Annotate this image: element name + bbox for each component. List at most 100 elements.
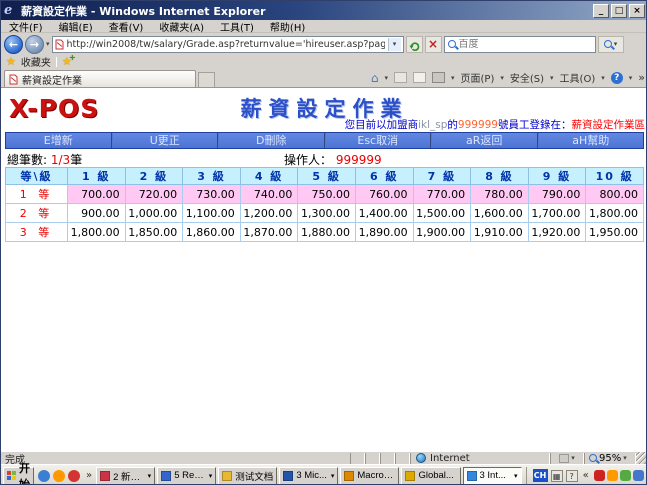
address-bar[interactable]: http://win2008/tw/salary/Grade.asp?retur… (52, 36, 404, 53)
action-toolbar: E增新U更正D刪除Esc取消aR返回aH幫助 (5, 132, 644, 149)
menu-item-0[interactable]: 文件(F) (1, 19, 51, 34)
read-mail-icon[interactable] (413, 72, 426, 83)
close-button[interactable]: × (629, 4, 645, 18)
keyboard-icon[interactable]: ▦ (551, 470, 563, 482)
notes-tray-icon[interactable] (620, 470, 631, 481)
resize-grip[interactable] (636, 452, 647, 464)
home-chevron-icon[interactable]: ▾ (384, 74, 388, 82)
favorites-label[interactable]: 收藏夹 (21, 54, 51, 69)
taskbar-button-label: 3 Mic... (296, 470, 327, 481)
downloader-tray-icon[interactable] (607, 470, 618, 481)
tools-menu[interactable]: 工具(O) (560, 70, 596, 85)
taskbar-button-2[interactable]: 测试文档 (218, 467, 277, 485)
new-tab-stub[interactable] (198, 72, 215, 87)
salary-cell: 1,300.00 (298, 204, 356, 223)
chevron-down-icon: ▾ (331, 472, 335, 480)
taskbar-button-6[interactable]: 3 Int...▾ (463, 467, 522, 485)
safety-menu[interactable]: 安全(S) (510, 70, 544, 85)
language-indicator[interactable]: CH (533, 469, 548, 482)
taskbar-button-3[interactable]: 3 Mic... ▾ (279, 467, 338, 485)
recent-pages-chevron-icon[interactable]: ▾ (46, 40, 50, 48)
help-chevron-icon[interactable]: ▾ (629, 74, 633, 82)
more-commands-chevron-icon[interactable]: » (638, 71, 645, 84)
tab-salary-setting[interactable]: 薪資設定作業 (4, 70, 196, 87)
salary-cell: 1,100.00 (183, 204, 241, 223)
table-row[interactable]: 2 等900.001,000.001,100.001,200.001,300.0… (6, 204, 644, 223)
taskbar-button-1[interactable]: 5 Rem...▾ (157, 467, 216, 485)
salary-cell: 790.00 (528, 185, 586, 204)
stop-button[interactable]: × (425, 36, 442, 53)
menu-item-5[interactable]: 帮助(H) (262, 19, 313, 34)
protected-mode-pane[interactable]: ▾ (550, 453, 584, 464)
forward-button[interactable]: → (25, 35, 44, 54)
search-box[interactable] (444, 36, 596, 53)
tray-icons (594, 470, 644, 481)
protected-mode-chevron-icon[interactable]: ▾ (571, 454, 575, 462)
status-bar: 完成 Internet ▾ 95% ▾ (1, 451, 647, 464)
search-input[interactable] (459, 39, 592, 50)
taskbar-button-5[interactable]: Global... (401, 467, 460, 485)
qq-tray-icon[interactable] (594, 470, 605, 481)
salary-cell: 1,850.00 (125, 223, 183, 242)
url-dropdown-icon[interactable]: ▾ (388, 38, 401, 51)
action-button-4[interactable]: aR返回 (430, 133, 537, 148)
taskbar-button-label: Global... (418, 470, 453, 481)
taskbar-button-0[interactable]: 2 新浪UC▾ (96, 467, 155, 485)
tab-page-icon (9, 74, 18, 85)
action-button-5[interactable]: aH幫助 (537, 133, 644, 148)
quick-launch-chevron-icon[interactable]: » (84, 470, 94, 481)
print-icon[interactable] (432, 72, 445, 83)
refresh-button[interactable] (406, 36, 423, 53)
zoom-chevron-icon[interactable]: ▾ (623, 454, 627, 462)
tools-chevron-icon[interactable]: ▾ (601, 74, 605, 82)
search-options-chevron-icon[interactable]: ▾ (614, 40, 618, 48)
home-icon[interactable]: ⌂ (371, 71, 379, 85)
feeds-icon[interactable] (394, 72, 407, 83)
menu-item-2[interactable]: 查看(V) (101, 19, 152, 34)
ie-quicklaunch-icon[interactable] (38, 470, 50, 482)
table-row[interactable]: 1 等700.00720.00730.00740.00750.00760.007… (6, 185, 644, 204)
minimize-button[interactable]: _ (593, 4, 609, 18)
taskbar-button-label: 5 Rem... (174, 470, 206, 481)
taskbar-button-4[interactable]: Macrom... (340, 467, 399, 485)
help-icon[interactable]: ? (611, 72, 623, 84)
menu-bar: 文件(F)编辑(E)查看(V)收藏夹(A)工具(T)帮助(H) (1, 20, 647, 33)
total-records-value: 1/3 (51, 153, 70, 167)
action-button-3[interactable]: Esc取消 (324, 133, 431, 148)
title-bar[interactable]: e 薪資設定作業 - Windows Internet Explorer _ □… (1, 1, 647, 20)
url-text[interactable]: http://win2008/tw/salary/Grade.asp?retur… (67, 39, 385, 50)
uc-quicklaunch-icon[interactable] (53, 470, 65, 482)
qq-quicklaunch-icon[interactable] (68, 470, 80, 482)
zoom-control[interactable]: 95% ▾ (584, 453, 636, 464)
status-pane (395, 453, 410, 464)
table-row[interactable]: 3 等1,800.001,850.001,860.001,870.001,880… (6, 223, 644, 242)
menu-item-3[interactable]: 收藏夹(A) (151, 19, 212, 34)
quick-launch (36, 470, 82, 482)
favorites-star-icon[interactable]: ★ (6, 55, 16, 68)
menu-item-4[interactable]: 工具(T) (212, 19, 262, 34)
add-favorite-icon[interactable]: ★ (62, 55, 72, 68)
action-button-1[interactable]: U更正 (111, 133, 218, 148)
action-button-0[interactable]: E增新 (6, 133, 111, 148)
status-pane (350, 453, 365, 464)
app-icon (283, 471, 293, 481)
page-menu[interactable]: 页面(P) (461, 70, 495, 85)
safety-chevron-icon[interactable]: ▾ (550, 74, 554, 82)
page-chevron-icon[interactable]: ▾ (500, 74, 504, 82)
system-tray: CH ▦ ? « 16:31 (526, 467, 647, 485)
start-button[interactable]: 开始 (3, 467, 34, 485)
menu-item-1[interactable]: 编辑(E) (51, 19, 101, 34)
back-button[interactable]: ← (4, 35, 23, 54)
messenger-tray-icon[interactable] (633, 470, 644, 481)
ime-help-icon[interactable]: ? (566, 470, 578, 482)
divider (56, 57, 57, 67)
taskbar-button-label: Macrom... (357, 470, 395, 481)
search-icon (448, 40, 456, 48)
action-button-2[interactable]: D刪除 (217, 133, 324, 148)
search-go-button[interactable]: ▾ (598, 36, 624, 53)
tray-overflow-chevron-icon[interactable]: « (581, 470, 591, 481)
maximize-button[interactable]: □ (611, 4, 627, 18)
salary-cell: 1,700.00 (528, 204, 586, 223)
login-status-segment: 號員工登錄在： (498, 119, 572, 131)
print-chevron-icon[interactable]: ▾ (451, 74, 455, 82)
